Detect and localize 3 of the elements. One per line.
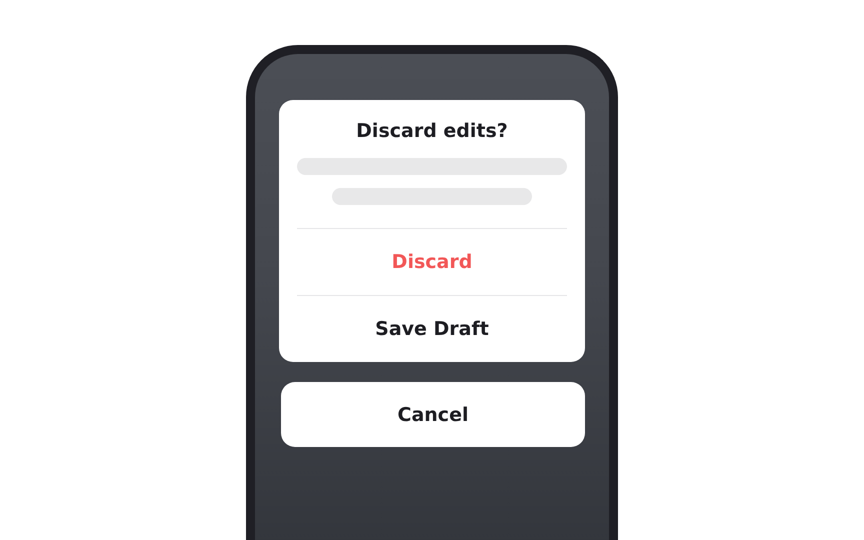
cancel-button[interactable]: Cancel [281,382,585,447]
dialog-title: Discard edits? [356,120,508,142]
action-button[interactable]: Save Draft [297,296,567,362]
